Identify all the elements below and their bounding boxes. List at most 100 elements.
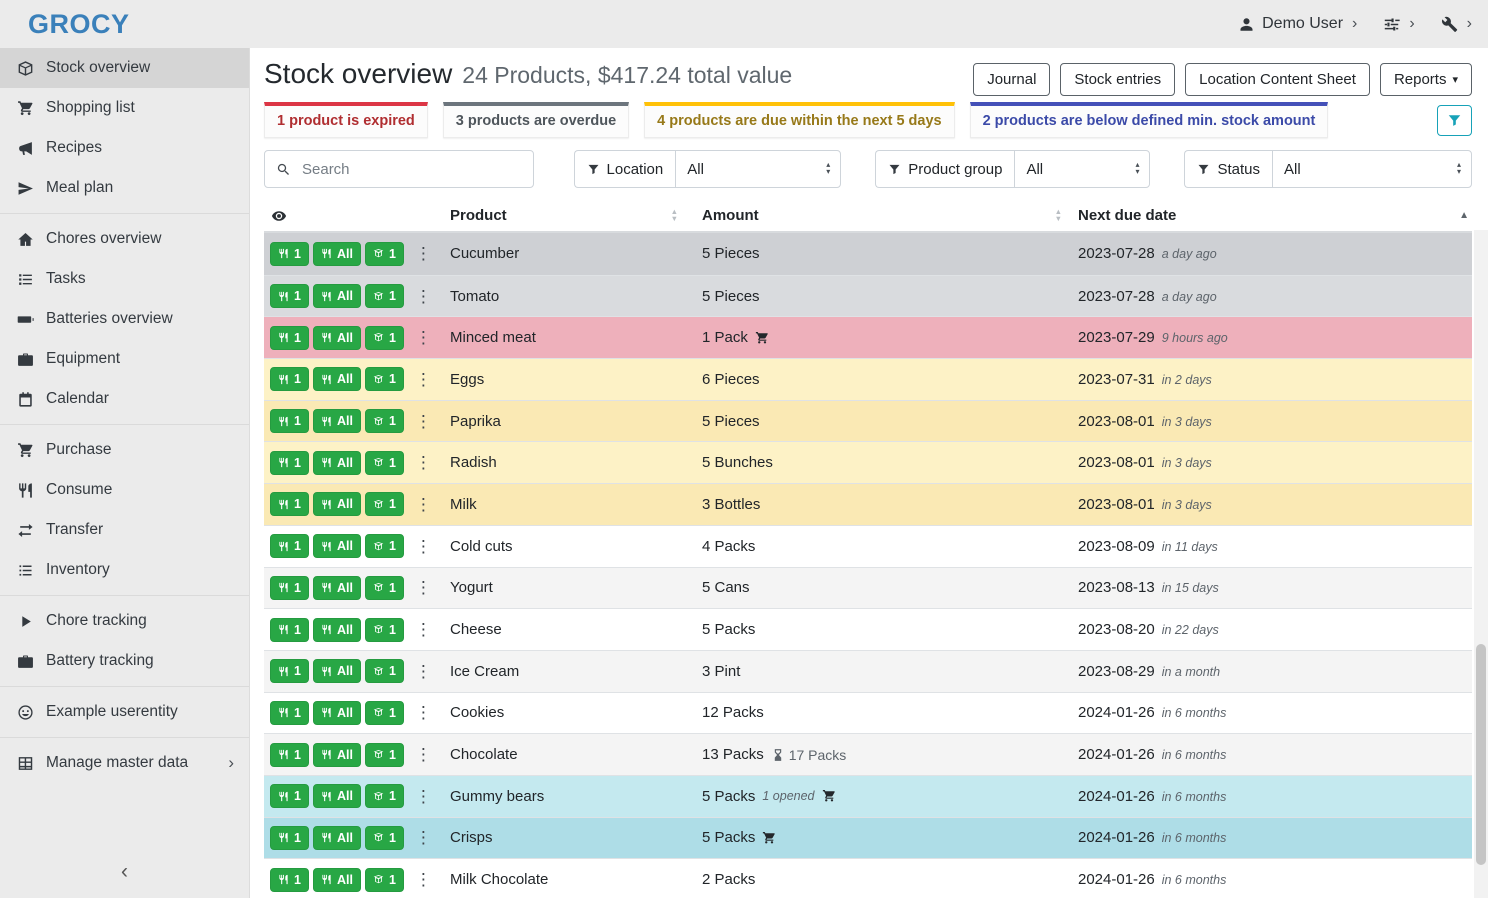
sidebar-item-purchase[interactable]: Purchase [0,430,249,470]
sidebar-item-inventory[interactable]: Inventory [0,550,249,590]
consume-all-button[interactable]: All [313,284,361,308]
row-menu-button[interactable]: ⋮ [410,413,437,430]
row-menu-button[interactable]: ⋮ [410,245,437,262]
open-one-button[interactable]: 1 [365,242,404,266]
consume-all-button[interactable]: All [313,618,361,642]
product-cell[interactable]: Eggs [450,371,702,388]
row-menu-button[interactable]: ⋮ [410,621,437,638]
row-menu-button[interactable]: ⋮ [410,371,437,388]
sidebar-item-meal-plan[interactable]: Meal plan [0,168,249,208]
open-one-button[interactable]: 1 [365,534,404,558]
reports-button[interactable]: Reports▾ [1380,63,1472,96]
consume-one-button[interactable]: 1 [270,326,309,350]
sidebar-item-transfer[interactable]: Transfer [0,510,249,550]
location-content-sheet-button[interactable]: Location Content Sheet [1185,63,1370,96]
sidebar-item-equipment[interactable]: Equipment [0,339,249,379]
open-one-button[interactable]: 1 [365,784,404,808]
scrollbar-thumb[interactable] [1476,644,1486,864]
consume-one-button[interactable]: 1 [270,784,309,808]
consume-all-button[interactable]: All [313,534,361,558]
filter-select-status[interactable]: All▴▾ [1272,150,1472,188]
consume-all-button[interactable]: All [313,451,361,475]
consume-one-button[interactable]: 1 [270,284,309,308]
consume-one-button[interactable]: 1 [270,701,309,725]
open-one-button[interactable]: 1 [365,326,404,350]
product-cell[interactable]: Cheese [450,621,702,638]
open-one-button[interactable]: 1 [365,576,404,600]
product-cell[interactable]: Yogurt [450,579,702,596]
grocy-logo[interactable]: GROCY [28,9,130,40]
user-menu[interactable]: Demo User › [1238,15,1357,33]
open-one-button[interactable]: 1 [365,659,404,683]
consume-all-button[interactable]: All [313,743,361,767]
row-menu-button[interactable]: ⋮ [410,829,437,846]
table-filter-button[interactable] [1437,105,1472,136]
consume-all-button[interactable]: All [313,576,361,600]
sidebar-item-manage-master-data[interactable]: Manage master data› [0,743,249,783]
sidebar-item-calendar[interactable]: Calendar [0,379,249,419]
consume-all-button[interactable]: All [313,659,361,683]
open-one-button[interactable]: 1 [365,701,404,725]
product-cell[interactable]: Chocolate [450,746,702,763]
open-one-button[interactable]: 1 [365,618,404,642]
row-menu-button[interactable]: ⋮ [410,871,437,888]
product-cell[interactable]: Tomato [450,288,702,305]
sidebar-item-example-userentity[interactable]: Example userentity [0,692,249,732]
product-cell[interactable]: Cookies [450,704,702,721]
row-menu-button[interactable]: ⋮ [410,496,437,513]
row-menu-button[interactable]: ⋮ [410,329,437,346]
consume-all-button[interactable]: All [313,701,361,725]
open-one-button[interactable]: 1 [365,409,404,433]
product-cell[interactable]: Cold cuts [450,538,702,555]
sidebar-item-chore-tracking[interactable]: Chore tracking [0,601,249,641]
consume-all-button[interactable]: All [313,409,361,433]
sidebar-item-shopping-list[interactable]: Shopping list [0,88,249,128]
row-menu-button[interactable]: ⋮ [410,704,437,721]
column-header-product[interactable]: Product ▲▼ [450,207,702,224]
consume-one-button[interactable]: 1 [270,826,309,850]
status-banner-belowmin[interactable]: 2 products are below defined min. stock … [970,102,1329,138]
sidebar-collapse-button[interactable]: ‹ [0,850,249,898]
open-one-button[interactable]: 1 [365,492,404,516]
settings-menu[interactable]: › [1383,16,1414,33]
consume-one-button[interactable]: 1 [270,409,309,433]
product-cell[interactable]: Cucumber [450,245,702,262]
product-cell[interactable]: Milk Chocolate [450,871,702,888]
column-header-next-due-date[interactable]: Next due date ▲ [1078,207,1472,224]
product-cell[interactable]: Milk [450,496,702,513]
sidebar-item-chores-overview[interactable]: Chores overview [0,219,249,259]
row-menu-button[interactable]: ⋮ [410,288,437,305]
stock-entries-button[interactable]: Stock entries [1060,63,1175,96]
consume-one-button[interactable]: 1 [270,659,309,683]
open-one-button[interactable]: 1 [365,451,404,475]
consume-one-button[interactable]: 1 [270,492,309,516]
sidebar-item-recipes[interactable]: Recipes [0,128,249,168]
sidebar-item-consume[interactable]: Consume [0,470,249,510]
open-one-button[interactable]: 1 [365,868,404,892]
consume-one-button[interactable]: 1 [270,618,309,642]
product-cell[interactable]: Radish [450,454,702,471]
search-input[interactable] [300,160,522,179]
consume-all-button[interactable]: All [313,826,361,850]
consume-all-button[interactable]: All [313,868,361,892]
eye-icon[interactable] [271,208,287,224]
product-cell[interactable]: Minced meat [450,329,702,346]
journal-button[interactable]: Journal [973,63,1050,96]
consume-all-button[interactable]: All [313,784,361,808]
filter-select-product-group[interactable]: All▴▾ [1014,150,1150,188]
status-banner-due[interactable]: 4 products are due within the next 5 day… [644,102,954,138]
consume-one-button[interactable]: 1 [270,242,309,266]
open-one-button[interactable]: 1 [365,284,404,308]
row-menu-button[interactable]: ⋮ [410,746,437,763]
consume-one-button[interactable]: 1 [270,451,309,475]
product-cell[interactable]: Paprika [450,413,702,430]
sidebar-item-batteries-overview[interactable]: Batteries overview [0,299,249,339]
consume-all-button[interactable]: All [313,326,361,350]
consume-one-button[interactable]: 1 [270,367,309,391]
open-one-button[interactable]: 1 [365,367,404,391]
consume-one-button[interactable]: 1 [270,743,309,767]
consume-one-button[interactable]: 1 [270,576,309,600]
consume-one-button[interactable]: 1 [270,534,309,558]
row-menu-button[interactable]: ⋮ [410,663,437,680]
filter-select-location[interactable]: All▴▾ [675,150,841,188]
